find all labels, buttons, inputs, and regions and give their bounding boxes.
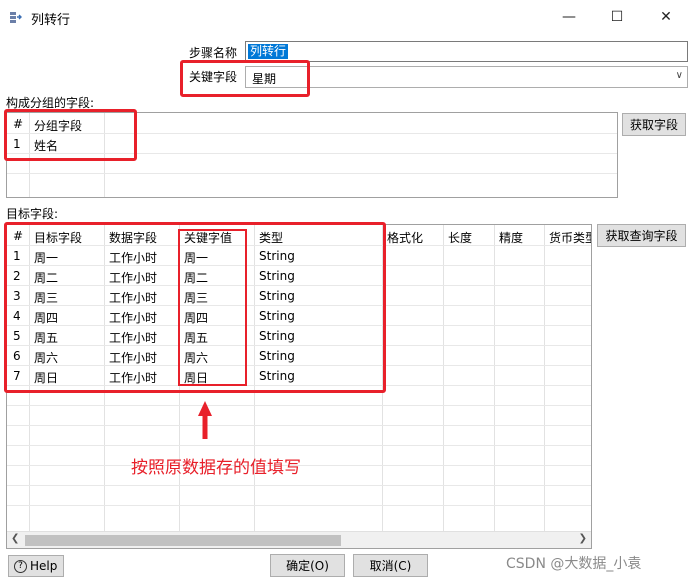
table-cell[interactable]: 周三 <box>34 289 58 306</box>
table-cell[interactable]: 周四 <box>184 309 208 326</box>
horizontal-scrollbar[interactable]: ❮ ❯ <box>7 531 591 548</box>
step-name-label: 步骤名称 <box>189 46 238 60</box>
table-cell[interactable]: 工作小时 <box>109 329 157 346</box>
table-cell[interactable]: 周六 <box>34 349 58 366</box>
table-cell[interactable]: String <box>259 349 295 363</box>
close-button[interactable]: ✕ <box>643 0 689 34</box>
table-cell[interactable]: 周六 <box>184 349 208 366</box>
table-cell[interactable]: String <box>259 309 295 323</box>
ok-button[interactable]: 确定(O) <box>270 554 345 577</box>
col-header-format: 格式化 <box>387 231 424 245</box>
col-header-currency: 货币类型 <box>549 231 591 245</box>
window-title: 列转行 <box>31 13 71 28</box>
group-fields-table[interactable]: # 分组字段 1 姓名 <box>6 112 618 198</box>
key-field-select[interactable]: 星期 ∨ <box>245 66 688 88</box>
table-cell[interactable]: 周五 <box>34 329 58 346</box>
table-cell[interactable]: String <box>259 329 295 343</box>
chevron-down-icon: ∨ <box>675 70 683 81</box>
table-row-index: 6 <box>13 349 21 363</box>
step-name-value: 列转行 <box>248 44 289 59</box>
help-label: Help <box>30 559 58 573</box>
table-cell[interactable]: 周四 <box>34 309 58 326</box>
table-cell[interactable]: 周日 <box>34 369 58 386</box>
table-cell[interactable]: 周三 <box>184 289 208 306</box>
arrow-up-icon <box>198 401 212 439</box>
table-cell[interactable]: 周五 <box>184 329 208 346</box>
get-lookup-fields-button[interactable]: 获取查询字段 <box>597 224 686 247</box>
table-row-index: 1 <box>13 249 21 263</box>
cancel-button[interactable]: 取消(C) <box>353 554 428 577</box>
col-header-key-value: 关键字值 <box>184 231 233 245</box>
table-cell[interactable]: 周二 <box>184 269 208 286</box>
col-header-precision: 精度 <box>499 231 524 245</box>
minimize-button[interactable]: — <box>546 0 592 34</box>
table-row-index: 2 <box>13 269 21 283</box>
watermark: CSDN @大数据_小袁 <box>506 556 642 572</box>
maximize-button[interactable]: ☐ <box>594 0 640 34</box>
table-cell[interactable]: 周二 <box>34 269 58 286</box>
key-field-label: 关键字段 <box>189 70 238 84</box>
table-cell[interactable]: 工作小时 <box>109 269 157 286</box>
table-cell[interactable]: 周日 <box>184 369 208 386</box>
target-fields-table[interactable]: # 目标字段 数据字段 关键字值 类型 格式化 长度 精度 货币类型 ❮ ❯ 1… <box>6 224 592 549</box>
table-cell[interactable]: 工作小时 <box>109 289 157 306</box>
scroll-right-icon[interactable]: ❯ <box>579 533 587 544</box>
table-cell[interactable]: 工作小时 <box>109 349 157 366</box>
col-header-type: 类型 <box>259 231 284 245</box>
table-cell[interactable]: 姓名 <box>34 137 58 154</box>
table-cell[interactable]: 周一 <box>34 249 58 266</box>
table-cell[interactable]: String <box>259 289 295 303</box>
scrollbar-thumb[interactable] <box>25 535 341 546</box>
table-row-index: 4 <box>13 309 21 323</box>
col-header-data-field: 数据字段 <box>109 231 158 245</box>
help-button[interactable]: ? Help <box>8 555 64 577</box>
col-header-index: # <box>13 229 24 243</box>
table-cell[interactable]: 工作小时 <box>109 309 157 326</box>
table-cell[interactable]: 周一 <box>184 249 208 266</box>
group-col-index-header: # <box>13 117 24 131</box>
transform-icon <box>10 12 22 23</box>
table-cell[interactable]: String <box>259 249 295 263</box>
table-row-index: 7 <box>13 369 21 383</box>
close-icon: ✕ <box>660 9 672 25</box>
annotation-text: 按照原数据存的值填写 <box>131 458 301 478</box>
table-row-index: 5 <box>13 329 21 343</box>
col-header-target-field: 目标字段 <box>34 231 83 245</box>
table-row-index: 1 <box>13 137 21 151</box>
minimize-icon: — <box>562 9 576 25</box>
table-row-index: 3 <box>13 289 21 303</box>
title-bar: 列转行 — ☐ ✕ <box>0 0 692 34</box>
group-section-label: 构成分组的字段: <box>6 96 95 110</box>
table-cell[interactable]: 工作小时 <box>109 249 157 266</box>
col-header-length: 长度 <box>448 231 473 245</box>
table-cell[interactable]: 工作小时 <box>109 369 157 386</box>
group-col-field-header: 分组字段 <box>34 119 83 133</box>
table-cell[interactable]: String <box>259 369 295 383</box>
help-icon: ? <box>14 559 27 573</box>
target-section-label: 目标字段: <box>6 207 59 221</box>
get-fields-button[interactable]: 获取字段 <box>622 113 686 136</box>
maximize-icon: ☐ <box>610 9 624 25</box>
key-field-value: 星期 <box>252 72 277 86</box>
scroll-left-icon[interactable]: ❮ <box>11 533 19 544</box>
table-cell[interactable]: String <box>259 269 295 283</box>
step-name-input[interactable]: 列转行 <box>245 41 688 62</box>
